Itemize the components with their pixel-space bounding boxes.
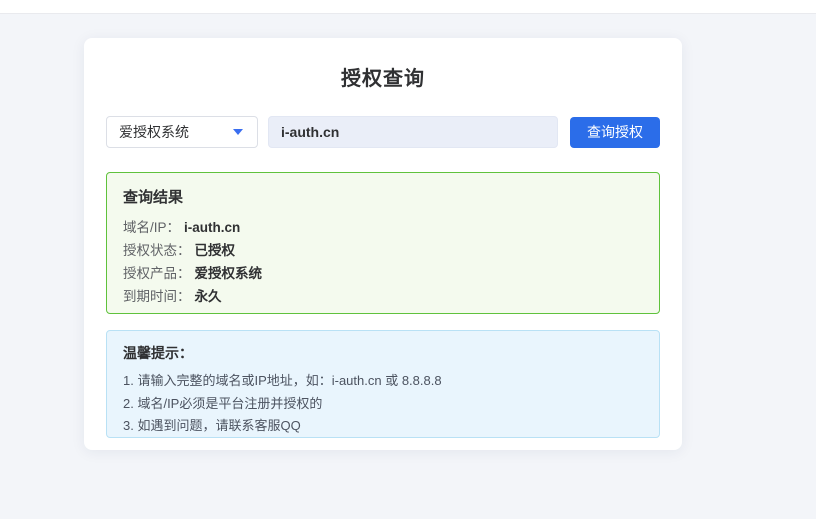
result-label: 授权状态： <box>123 243 191 258</box>
result-row-expiry: 到期时间： 永久 <box>123 285 643 308</box>
query-result-panel: 查询结果 域名/IP： i-auth.cn 授权状态： 已授权 授权产品： 爱授权系统… <box>106 172 660 314</box>
result-title: 查询结果 <box>123 186 643 207</box>
result-row-product: 授权产品： 爱授权系统 <box>123 262 643 285</box>
result-value: 已授权 <box>195 243 236 258</box>
result-label: 授权产品： <box>123 266 191 281</box>
top-bar <box>0 0 816 14</box>
product-select[interactable]: 爱授权系统 <box>106 116 258 148</box>
auth-query-card: 授权查询 爱授权系统 查询授权 查询结果 域名/IP： i-auth.cn 授权状… <box>84 38 682 450</box>
result-value: i-auth.cn <box>184 220 240 235</box>
chevron-down-icon <box>233 129 243 135</box>
result-row-status: 授权状态： 已授权 <box>123 239 643 262</box>
tips-title: 温馨提示： <box>123 343 643 363</box>
product-select-value: 爱授权系统 <box>119 122 189 142</box>
page-title: 授权查询 <box>106 62 660 91</box>
result-label: 域名/IP： <box>123 220 180 235</box>
domain-input[interactable] <box>268 116 558 148</box>
tips-panel: 温馨提示： 1. 请输入完整的域名或IP地址，如：i-auth.cn 或 8.8… <box>106 330 660 438</box>
query-auth-button[interactable]: 查询授权 <box>570 117 660 148</box>
tip-line-1: 1. 请输入完整的域名或IP地址，如：i-auth.cn 或 8.8.8.8 <box>123 370 643 393</box>
query-form: 爱授权系统 查询授权 <box>106 116 660 148</box>
tip-line-2: 2. 域名/IP必须是平台注册并授权的 <box>123 393 643 416</box>
result-value: 爱授权系统 <box>195 266 263 281</box>
tip-line-3: 3. 如遇到问题，请联系客服QQ <box>123 415 643 438</box>
result-row-domain: 域名/IP： i-auth.cn <box>123 216 643 239</box>
result-label: 到期时间： <box>123 289 191 304</box>
result-value: 永久 <box>195 289 222 304</box>
